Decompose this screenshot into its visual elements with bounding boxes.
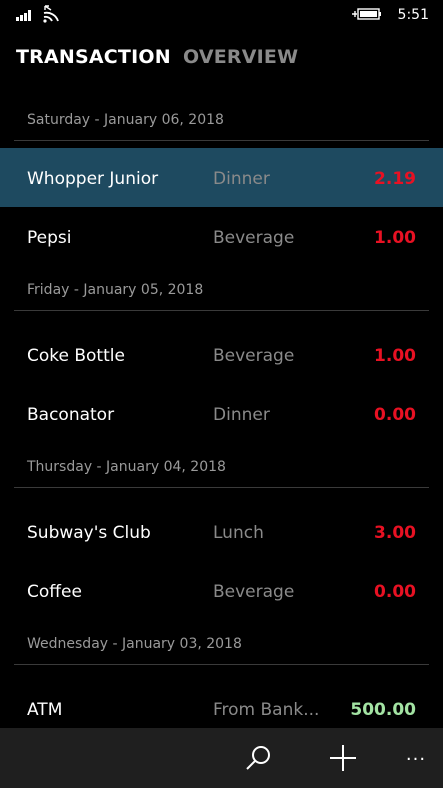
transaction-category: Beverage [213, 346, 295, 366]
transaction-name: Pepsi [27, 228, 72, 248]
transaction-name: Coffee [27, 582, 82, 602]
pivot-header: TRANSACTION OVERVIEW [0, 46, 443, 78]
signal-bars-icon [16, 10, 31, 21]
wifi-icon [43, 5, 59, 23]
tab-transaction[interactable]: TRANSACTION [16, 46, 171, 68]
transaction-amount: 500.00 [350, 700, 416, 720]
date-group-header: Friday - January 05, 2018 [14, 266, 429, 311]
date-label: Friday - January 05, 2018 [27, 282, 204, 298]
transaction-row[interactable]: Subway's Club Lunch 3.00 [0, 502, 443, 561]
transaction-list[interactable]: Saturday - January 06, 2018 Whopper Juni… [0, 96, 443, 738]
battery-charging-icon [352, 8, 381, 20]
transaction-amount: 0.00 [374, 582, 416, 602]
tab-overview[interactable]: OVERVIEW [183, 46, 298, 68]
date-label: Wednesday - January 03, 2018 [27, 636, 242, 652]
transaction-name: ATM [27, 700, 63, 720]
date-group-header: Wednesday - January 03, 2018 [14, 620, 429, 665]
transaction-category: Dinner [213, 169, 270, 189]
transaction-row[interactable]: Baconator Dinner 0.00 [0, 384, 443, 443]
add-icon[interactable] [327, 742, 359, 774]
transaction-row[interactable]: Coffee Beverage 0.00 [0, 561, 443, 620]
transaction-category: Beverage [213, 228, 295, 248]
transaction-name: Coke Bottle [27, 346, 125, 366]
transaction-amount: 0.00 [374, 405, 416, 425]
transaction-name: Subway's Club [27, 523, 151, 543]
clock: 5:51 [397, 7, 429, 23]
more-icon[interactable]: ... [400, 742, 432, 774]
date-group-header: Thursday - January 04, 2018 [14, 443, 429, 488]
transaction-category: Lunch [213, 523, 264, 543]
transaction-amount: 1.00 [374, 346, 416, 366]
transaction-amount: 3.00 [374, 523, 416, 543]
transaction-category: From Bank... [213, 700, 320, 720]
date-label: Saturday - January 06, 2018 [27, 112, 224, 128]
app-bar: ... [0, 728, 443, 788]
transaction-row[interactable]: Pepsi Beverage 1.00 [0, 207, 443, 266]
date-label: Thursday - January 04, 2018 [27, 459, 226, 475]
transaction-category: Dinner [213, 405, 270, 425]
transaction-category: Beverage [213, 582, 295, 602]
transaction-row[interactable]: Coke Bottle Beverage 1.00 [0, 325, 443, 384]
status-bar: 5:51 [0, 0, 443, 30]
transaction-amount: 2.19 [374, 169, 416, 189]
search-icon[interactable] [243, 742, 275, 774]
transaction-row[interactable]: Whopper Junior Dinner 2.19 [0, 148, 443, 207]
transaction-name: Whopper Junior [27, 169, 159, 189]
date-group-header: Saturday - January 06, 2018 [14, 96, 429, 141]
transaction-amount: 1.00 [374, 228, 416, 248]
transaction-name: Baconator [27, 405, 115, 425]
